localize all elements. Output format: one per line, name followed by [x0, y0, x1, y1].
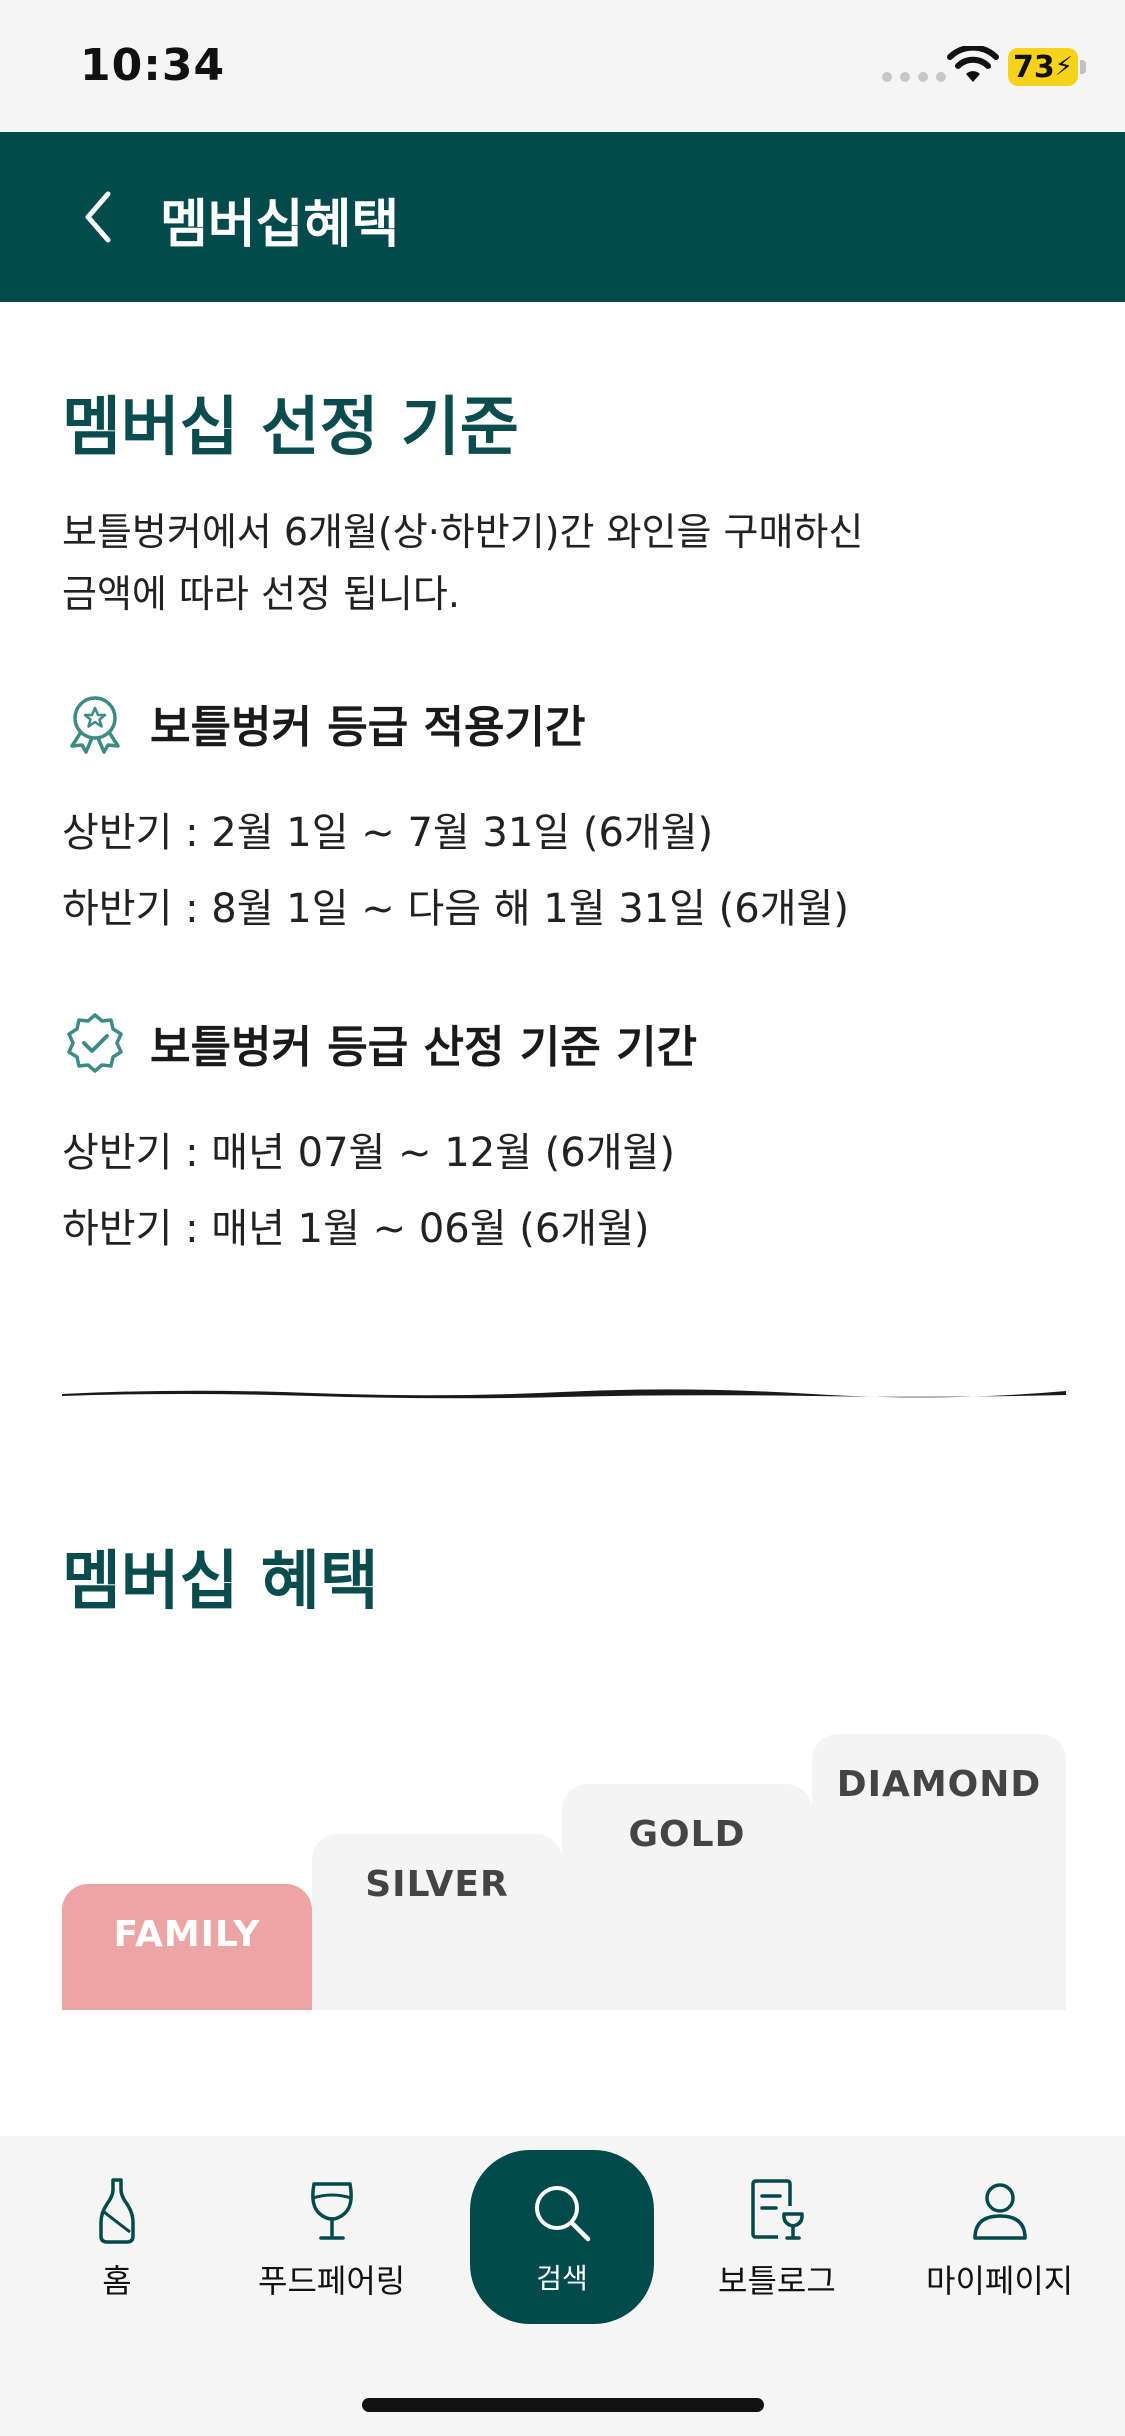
- application-first-half: 상반기 : 2월 1일 ~ 7월 31일 (6개월): [62, 810, 714, 856]
- nav-my-page-label: 마이페이지: [926, 2262, 1074, 2300]
- page-title: 멤버십혜택: [160, 195, 400, 255]
- nav-search-label: 검색: [536, 2262, 588, 2295]
- selection-second-half: 하반기 : 매년 1월 ~ 06월 (6개월): [62, 1206, 650, 1252]
- nav-food-pairing-label: 푸드페어링: [258, 2262, 406, 2300]
- status-bar: 10:34 73 ⚡: [0, 0, 1125, 132]
- tier-family-label: FAMILY: [113, 1914, 261, 1955]
- battery-tip: [1080, 60, 1086, 74]
- criteria-description-1: 보틀벙커에서 6개월(상·하반기)간 와인을 구매하신: [62, 510, 864, 554]
- bottle-log-icon: [751, 2179, 804, 2240]
- brush-divider: [62, 1389, 1066, 1399]
- home-indicator[interactable]: [362, 2398, 764, 2412]
- signal-icon: [882, 72, 946, 82]
- tier-silver[interactable]: SILVER: [312, 1834, 562, 2010]
- bottle-icon: [99, 2178, 135, 2244]
- nav-my-page[interactable]: 마이페이지: [926, 2176, 1073, 2302]
- criteria-title: 멤버십 선정 기준: [62, 391, 519, 465]
- award-badge-icon: [70, 696, 120, 754]
- tier-gold-label: GOLD: [628, 1814, 746, 1855]
- back-arrow-icon[interactable]: [78, 182, 118, 252]
- tier-diamond-label: DIAMOND: [836, 1764, 1042, 1805]
- app-header: 멤버십혜택: [0, 132, 1125, 302]
- application-period-heading: 보틀벙커 등급 적용기간: [62, 690, 585, 756]
- application-period-title: 보틀벙커 등급 적용기간: [150, 702, 586, 753]
- nav-food-pairing[interactable]: 푸드페어링: [258, 2176, 405, 2302]
- nav-bottle-log-label: 보틀로그: [718, 2262, 836, 2300]
- selection-first-half: 상반기 : 매년 07월 ~ 12월 (6개월): [62, 1130, 675, 1176]
- benefits-title: 멤버십 혜택: [62, 1545, 379, 1619]
- verified-badge-icon: [67, 1013, 123, 1073]
- user-icon: [972, 2183, 1027, 2240]
- wifi-icon: [947, 46, 999, 82]
- selection-period-heading: 보틀벙커 등급 산정 기준 기간: [62, 1010, 697, 1076]
- bottom-nav: 홈 푸드페어링 검색 보틀로그 마이페이지: [0, 2136, 1125, 2436]
- selection-period-title: 보틀벙커 등급 산정 기준 기간: [150, 1022, 698, 1073]
- tier-family[interactable]: FAMILY: [62, 1884, 312, 2010]
- search-icon: [535, 2186, 591, 2242]
- wine-glass-icon: [310, 2182, 353, 2240]
- nav-home-label: 홈: [102, 2262, 132, 2300]
- nav-search[interactable]: 검색: [470, 2150, 654, 2324]
- nav-bottle-log[interactable]: 보틀로그: [718, 2176, 836, 2302]
- status-time: 10:34: [80, 40, 226, 91]
- battery-icon: 73 ⚡: [1008, 48, 1078, 86]
- tier-diamond[interactable]: DIAMOND: [812, 1734, 1066, 2010]
- criteria-description-2: 금액에 따라 선정 됩니다.: [62, 572, 460, 616]
- nav-home[interactable]: 홈: [82, 2176, 152, 2302]
- tier-gold[interactable]: GOLD: [562, 1784, 812, 2010]
- application-second-half: 하반기 : 8월 1일 ~ 다음 해 1월 31일 (6개월): [62, 886, 849, 932]
- battery-level: 73: [1012, 49, 1055, 85]
- tier-silver-label: SILVER: [365, 1864, 509, 1905]
